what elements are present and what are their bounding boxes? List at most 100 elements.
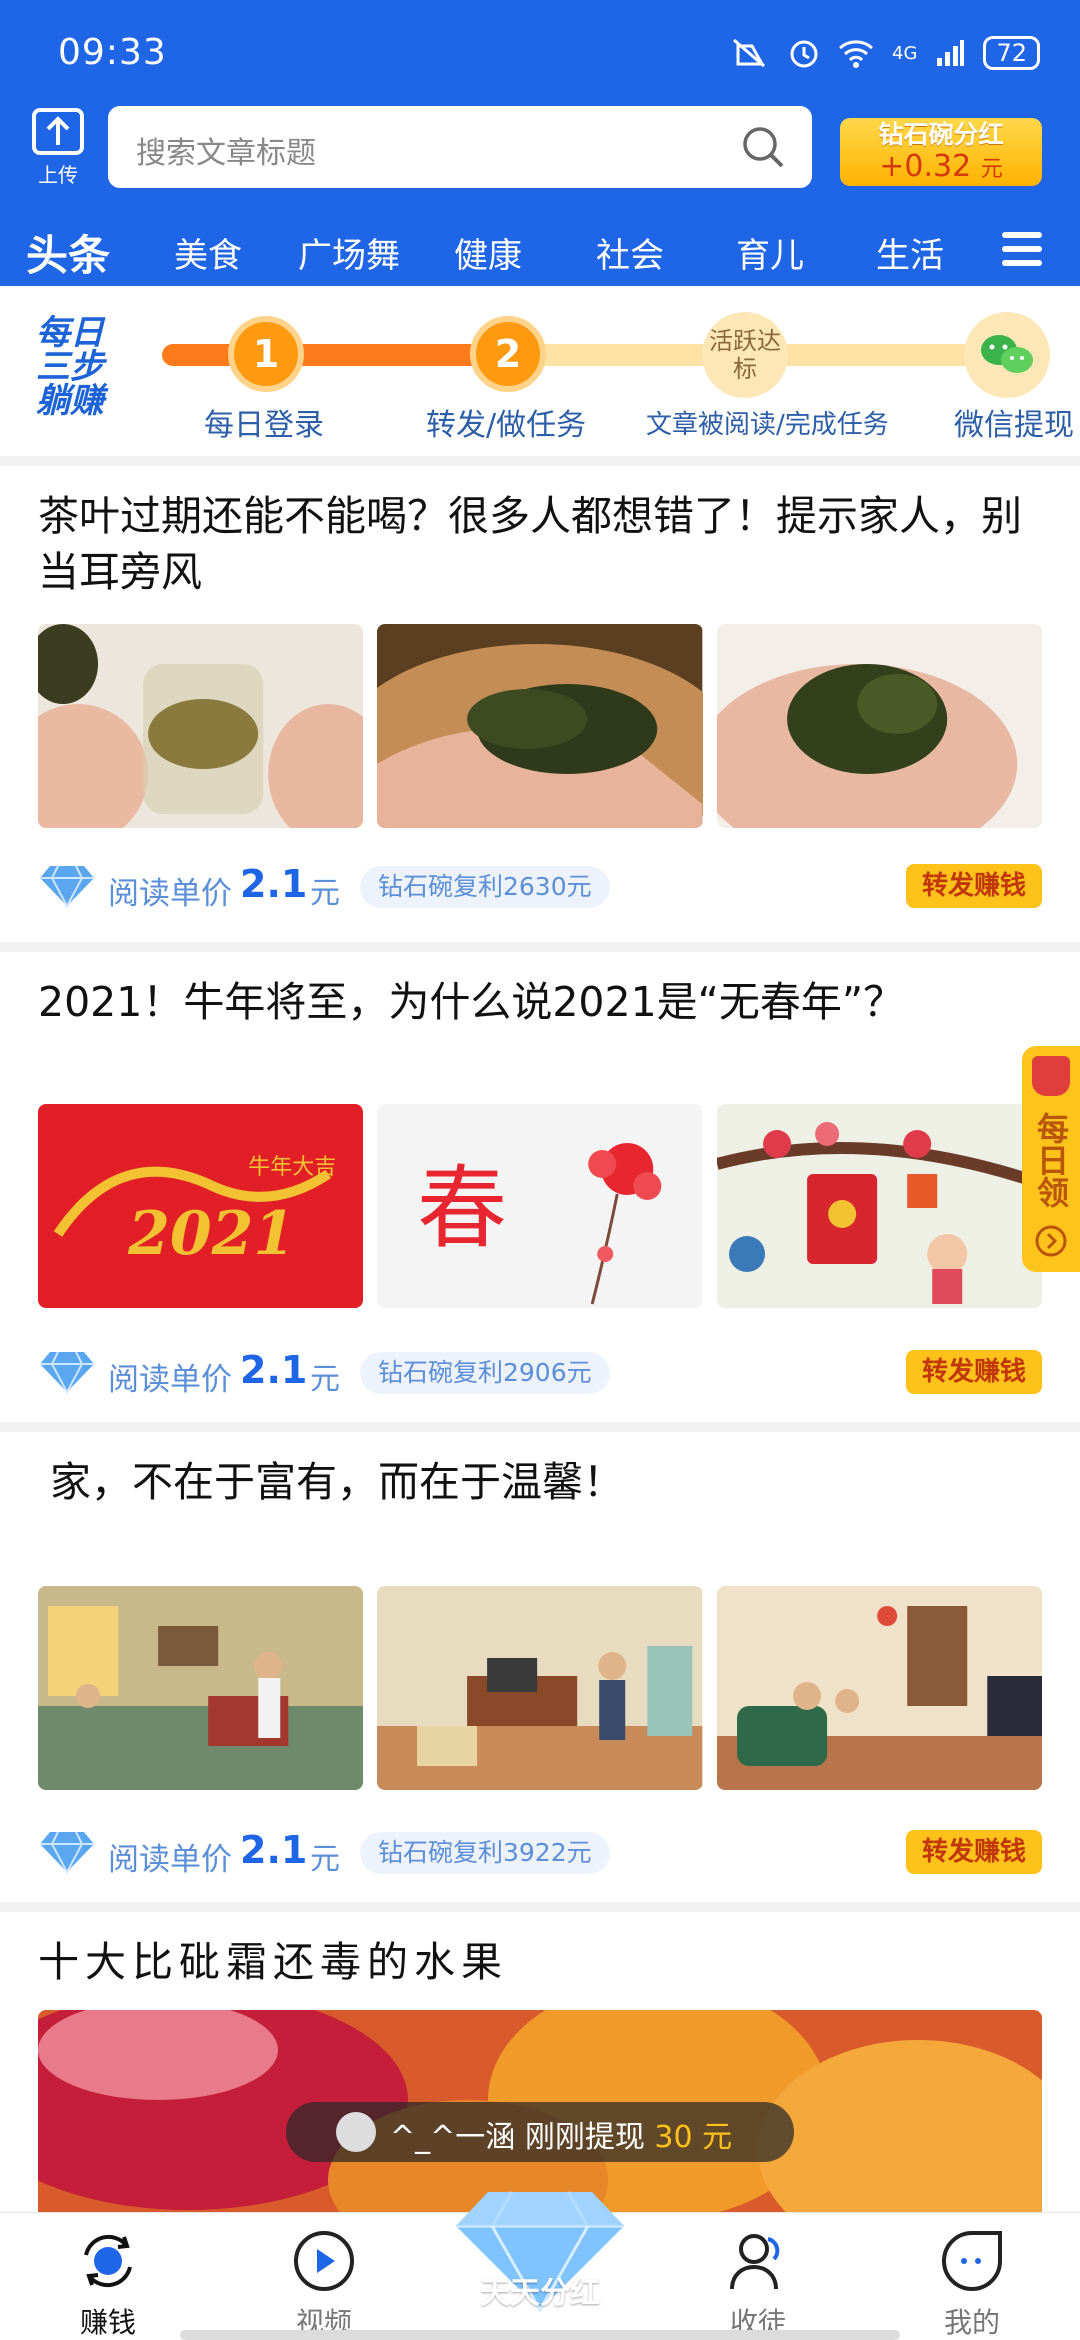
diamond-icon <box>40 1831 94 1874</box>
article-meta: 阅读单价 2.1 元 钻石碗复利3922元 转发赚钱 <box>38 1828 1042 1878</box>
spring-character: 春 <box>417 1156 507 1261</box>
network-type: 4G <box>892 42 918 64</box>
red-envelope-icon <box>1032 1056 1070 1096</box>
article-title[interactable]: 茶叶过期还能不能喝？很多人都想错了！提示家人，别当耳旁风 <box>38 488 1048 600</box>
article-meta: 阅读单价 2.1 元 钻石碗复利2906元 转发赚钱 <box>38 1348 1042 1398</box>
search-icon[interactable] <box>740 124 786 170</box>
wifi-icon <box>839 40 874 68</box>
status-icons: 4G 72 <box>730 36 1040 70</box>
withdraw-notification: ^_^一涵 刚刚提现 30 元 <box>286 2102 794 2162</box>
category-tabs: 头条 美食 广场舞 健康 社会 育儿 生活 <box>0 220 1080 286</box>
thumbnail-red-envelope-tree[interactable] <box>716 1104 1042 1308</box>
tab-health[interactable]: 健康 <box>454 228 522 277</box>
article-card[interactable]: 十大比砒霜还毒的水果 <box>0 1912 1080 2220</box>
daily-reward-label: 每日领 <box>1032 1112 1070 1208</box>
thumbnail-tea-leaves-hand[interactable] <box>377 624 703 828</box>
upload-label: 上传 <box>38 163 78 187</box>
refresh-coin-icon <box>84 2234 132 2288</box>
nav-profile-label: 我的 <box>943 2306 1000 2339</box>
withdraw-text: ^_^一涵 刚刚提现 30 元 <box>390 2120 733 2155</box>
user-add-icon <box>730 2234 780 2290</box>
home-indicator[interactable] <box>180 2330 900 2340</box>
thumbnail-family-room-90s[interactable] <box>377 1586 703 1790</box>
read-price: 2.1 <box>240 1348 308 1392</box>
diamond-bonus-button[interactable]: 钻石碗分红 +0.32 元 <box>840 118 1042 186</box>
price-unit: 元 <box>310 1842 340 1877</box>
play-icon <box>294 2231 354 2291</box>
forward-earn-button[interactable]: 转发赚钱 <box>905 1830 1042 1874</box>
article-title[interactable]: 家，不在于富有，而在于温馨！ <box>50 1454 1060 1510</box>
search-input[interactable]: 搜索文章标题 <box>108 106 812 188</box>
nav-daily-bonus-label[interactable]: 天天分红 <box>452 2268 628 2312</box>
step-1-label: 每日登录 <box>204 408 324 443</box>
price-unit: 元 <box>310 1362 340 1397</box>
app-header: 09:33 4G 72 上传 搜索文章标题 钻石碗分红 +0.32 元 头条 美… <box>0 0 1080 286</box>
steps-progress-done <box>162 344 512 366</box>
promo-value: +0.32 元 <box>879 149 1003 184</box>
mute-vibrate-icon <box>733 38 766 68</box>
article-card[interactable]: 家，不在于富有，而在于温馨！ 阅读单价 2.1 元 钻石碗复利3922元 转发赚… <box>0 1432 1080 1902</box>
steps-logo: 每日三步躺赚 <box>36 313 104 421</box>
promo-title: 钻石碗分红 <box>878 120 1004 149</box>
article-thumbnails[interactable] <box>38 624 1042 828</box>
daily-reward-widget[interactable]: 每日领 <box>1022 1046 1080 1272</box>
step-1-circle: 1 <box>228 316 304 392</box>
nav-earn[interactable]: 赚钱 <box>38 2213 178 2340</box>
profile-face-icon <box>942 2231 1002 2291</box>
section-divider <box>0 1902 1080 1912</box>
article-card[interactable]: 茶叶过期还能不能喝？很多人都想错了！提示家人，别当耳旁风 阅读单价 2.1 元 … <box>0 466 1080 942</box>
thumbnail-spring-flowers[interactable]: 春 <box>377 1104 703 1308</box>
article-meta: 阅读单价 2.1 元 钻石碗复利2630元 转发赚钱 <box>38 862 1042 912</box>
article-card[interactable]: 2021！牛年将至，为什么说2021是“无春年”？ 2021 牛年大吉 春 阅读… <box>0 952 1080 1422</box>
step-2-label: 转发/做任务 <box>426 408 587 443</box>
thumbnail-tea-leaves-palm[interactable] <box>716 624 1042 828</box>
nav-apprentice[interactable]: 收徒 <box>688 2213 828 2340</box>
forward-earn-button[interactable]: 转发赚钱 <box>905 864 1042 908</box>
ox-year-number: 2021 <box>127 1199 295 1269</box>
tab-parenting[interactable]: 育儿 <box>736 228 804 277</box>
status-time: 09:33 <box>58 32 167 73</box>
thumbnail-tea-cup[interactable] <box>38 624 364 828</box>
upload-icon <box>32 108 84 155</box>
nav-video[interactable]: 视频 <box>254 2213 394 2340</box>
step-3-label: 文章被阅读/完成任务 <box>646 410 889 440</box>
article-thumbnails[interactable] <box>38 1586 1042 1790</box>
tab-square-dance[interactable]: 广场舞 <box>298 228 400 277</box>
search-placeholder: 搜索文章标题 <box>136 136 316 171</box>
chevron-right-icon <box>1035 1225 1067 1257</box>
section-divider <box>0 942 1080 952</box>
diamond-icon <box>40 1351 94 1394</box>
nav-profile[interactable]: 我的 <box>902 2213 1042 2340</box>
article-title[interactable]: 十大比砒霜还毒的水果 <box>38 1934 1048 1990</box>
article-thumbnails[interactable]: 2021 牛年大吉 春 <box>38 1104 1042 1308</box>
price-label: 阅读单价 <box>108 876 232 912</box>
diamond-icon <box>40 865 94 908</box>
wechat-icon <box>964 312 1050 398</box>
price-unit: 元 <box>310 876 340 911</box>
upload-button[interactable]: 上传 <box>28 108 88 188</box>
forward-earn-button[interactable]: 转发赚钱 <box>905 1350 1042 1394</box>
signal-icon <box>937 40 965 66</box>
daily-steps-banner[interactable]: 每日三步躺赚 1 2 活跃达标 每日登录 转发/做任务 文章被阅读/完成任务 微… <box>0 286 1080 456</box>
price-label: 阅读单价 <box>108 1362 232 1398</box>
bonus-tag: 钻石碗复利2906元 <box>360 1352 610 1394</box>
tab-headlines[interactable]: 头条 <box>26 222 110 283</box>
menu-icon[interactable] <box>1002 232 1042 266</box>
article-title[interactable]: 2021！牛年将至，为什么说2021是“无春年”？ <box>38 974 1048 1030</box>
nav-earn-label: 赚钱 <box>79 2306 136 2339</box>
battery-icon: 72 <box>983 36 1040 70</box>
section-divider <box>0 1422 1080 1432</box>
thumbnail-family-room-modern[interactable] <box>716 1586 1042 1790</box>
alarm-icon <box>790 40 818 68</box>
tab-life[interactable]: 生活 <box>876 228 944 277</box>
bonus-tag: 钻石碗复利2630元 <box>360 866 610 908</box>
step-3-circle: 活跃达标 <box>702 312 788 398</box>
read-price: 2.1 <box>240 862 308 906</box>
read-price: 2.1 <box>240 1828 308 1872</box>
tab-food[interactable]: 美食 <box>174 228 242 277</box>
avatar <box>336 2112 376 2152</box>
status-bar: 09:33 4G 72 <box>0 0 1080 100</box>
thumbnail-family-room-old[interactable] <box>38 1586 364 1790</box>
thumbnail-ox-year-2021[interactable]: 2021 牛年大吉 <box>38 1104 364 1308</box>
tab-society[interactable]: 社会 <box>596 228 664 277</box>
